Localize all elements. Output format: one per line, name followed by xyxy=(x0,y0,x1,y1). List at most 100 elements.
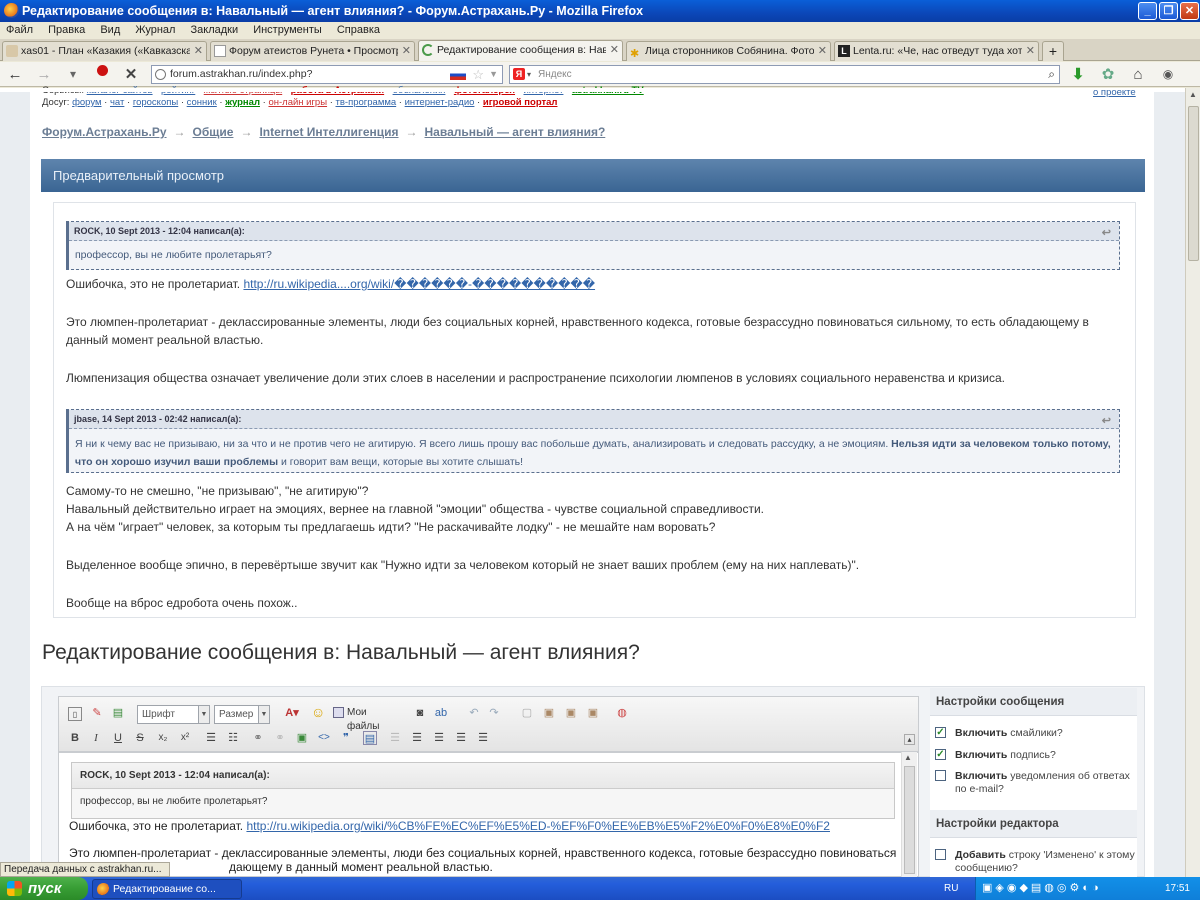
align-left-icon[interactable]: ☰ xyxy=(410,731,424,745)
link-icon[interactable]: ⚭ xyxy=(251,731,265,745)
tab-1[interactable]: xas01 - План «Казакия («Кавказская Р... … xyxy=(2,41,207,61)
collapse-toolbar-icon[interactable]: ▴ xyxy=(904,734,915,745)
editor-textarea[interactable]: ROCK, 10 Sept 2013 - 12:04 написал(а): п… xyxy=(58,752,919,877)
home-icon[interactable]: ⌂ xyxy=(1128,65,1148,84)
setting-signature[interactable]: ✓ Включить подпись? xyxy=(935,749,1135,762)
scroll-up-icon[interactable]: ▲ xyxy=(1189,90,1197,99)
maximize-button[interactable]: ❐ xyxy=(1159,2,1178,20)
numbered-list-icon[interactable]: ☷ xyxy=(226,731,240,745)
editor-scrollbar[interactable]: ▲ xyxy=(901,752,917,877)
my-files-button[interactable]: Мои файлы xyxy=(333,706,397,732)
checkbox-unchecked[interactable] xyxy=(935,849,946,860)
setting-email-notify[interactable]: Включить уведомления об ответах по e-mai… xyxy=(935,770,1135,796)
checkbox-checked[interactable]: ✓ xyxy=(935,727,946,738)
taskbar-firefox-item[interactable]: Редактирование со... xyxy=(92,879,242,899)
spoiler-icon[interactable]: ▤ xyxy=(363,731,377,745)
sync-icon[interactable]: ◉ xyxy=(1158,65,1178,84)
language-indicator[interactable]: RU xyxy=(944,877,958,900)
leisure-link[interactable]: тв-программа xyxy=(336,97,397,108)
tab-5[interactable]: L Lenta.ru: «Че, нас отведут туда хотя .… xyxy=(834,41,1039,61)
close-icon[interactable]: ✕ xyxy=(610,41,619,59)
close-icon[interactable]: ✕ xyxy=(818,42,827,60)
url-dropdown-icon[interactable]: ▼ xyxy=(489,66,498,83)
code-icon[interactable]: <> xyxy=(317,731,331,745)
forward-icon[interactable]: → xyxy=(34,65,54,84)
italic-icon[interactable]: I xyxy=(89,731,103,745)
binoculars-icon[interactable]: ◙ xyxy=(413,706,427,720)
editor-wikipedia-link[interactable]: http://ru.wikipedia.org/wiki/%CB%FE%EC%E… xyxy=(246,819,830,833)
source-icon[interactable]: ▯ xyxy=(68,707,82,721)
wikipedia-link[interactable]: http://ru.wikipedia....org/wiki/������-�… xyxy=(243,277,595,291)
checkbox-checked[interactable]: ✓ xyxy=(935,749,946,760)
reply-arrow-icon[interactable]: ↩ xyxy=(1102,224,1111,243)
tab-3[interactable]: Редактирование сообщения в: Навал... ✕ xyxy=(418,40,623,61)
quote-icon[interactable]: ❞ xyxy=(339,731,353,745)
font-select[interactable]: Шрифт ▼ xyxy=(137,705,210,724)
scroll-thumb[interactable] xyxy=(1188,106,1199,261)
about-link[interactable]: о проекте xyxy=(1093,87,1136,98)
menu-view[interactable]: Вид xyxy=(100,24,120,36)
tab-4[interactable]: ✱ Лица сторонников Собянина. Фотореп... … xyxy=(626,41,831,61)
align-right-icon[interactable]: ☰ xyxy=(454,731,468,745)
page-scrollbar[interactable]: ▲ xyxy=(1185,88,1200,877)
paste-word-icon[interactable]: ▣ xyxy=(586,706,600,720)
stop-icon[interactable]: ✕ xyxy=(121,65,141,84)
menu-tools[interactable]: Инструменты xyxy=(253,24,322,36)
replace-icon[interactable]: ab xyxy=(434,706,448,720)
close-icon[interactable]: ✕ xyxy=(402,42,411,60)
record-icon[interactable]: ​ xyxy=(92,65,112,84)
close-icon[interactable]: ✕ xyxy=(194,42,203,60)
breadcrumb-home[interactable]: Форум.Астрахань.Ру xyxy=(42,125,167,139)
minimize-button[interactable]: _ xyxy=(1138,2,1157,20)
text-color-icon[interactable]: A▾ xyxy=(281,706,303,720)
menu-history[interactable]: Журнал xyxy=(135,24,175,36)
leisure-link[interactable]: чат xyxy=(110,97,124,108)
search-engine-dropdown-icon[interactable]: ▾ xyxy=(527,66,531,83)
subscript-icon[interactable]: x₂ xyxy=(156,731,170,745)
menu-file[interactable]: Файл xyxy=(6,24,33,36)
superscript-icon[interactable]: x² xyxy=(178,731,192,745)
bookmark-star-icon[interactable]: ☆ xyxy=(472,66,484,83)
setting-edited-line[interactable]: Добавить строку 'Изменено' к этому сообщ… xyxy=(935,849,1135,875)
close-icon[interactable]: ✕ xyxy=(1026,42,1035,60)
table-icon[interactable]: ▤ xyxy=(111,706,125,720)
magnifier-icon[interactable]: ⌕ xyxy=(1048,66,1055,83)
addon-icon[interactable]: ✿ xyxy=(1098,65,1118,84)
size-select[interactable]: Размер ▼ xyxy=(214,705,270,724)
tray-icons[interactable]: ▣◈◉◆▤◍◎⚙◐◑ xyxy=(982,877,1102,900)
leisure-link[interactable]: игровой портал xyxy=(483,97,558,108)
close-window-button[interactable]: ✕ xyxy=(1180,2,1199,20)
leisure-link[interactable]: гороскопы xyxy=(133,97,178,108)
scroll-up-icon[interactable]: ▲ xyxy=(904,753,912,762)
underline-icon[interactable]: U xyxy=(111,731,125,745)
eraser-icon[interactable]: ✎ xyxy=(90,706,104,720)
smiley-icon[interactable]: ☺ xyxy=(311,705,325,719)
tab-2[interactable]: Форум атеистов Рунета • Просмотр те... ✕ xyxy=(210,41,415,61)
paste-icon[interactable]: ▣ xyxy=(564,706,578,720)
history-icon[interactable]: ▾ xyxy=(63,65,83,84)
setting-smileys[interactable]: ✓ Включить смайлики? xyxy=(935,727,1135,740)
leisure-link[interactable]: журнал xyxy=(225,97,260,108)
checkbox-unchecked[interactable] xyxy=(935,770,946,781)
download-icon[interactable]: ⬇ xyxy=(1068,65,1088,84)
scroll-thumb[interactable] xyxy=(904,766,915,874)
leisure-link[interactable]: форум xyxy=(72,97,101,108)
menu-help[interactable]: Справка xyxy=(337,24,380,36)
breadcrumb-general[interactable]: Общие xyxy=(193,125,234,139)
menu-bookmarks[interactable]: Закладки xyxy=(191,24,239,36)
bold-icon[interactable]: B xyxy=(68,731,82,745)
bullet-list-icon[interactable]: ☰ xyxy=(204,731,218,745)
redo-icon[interactable]: ↷ xyxy=(487,706,501,720)
menu-edit[interactable]: Правка xyxy=(48,24,85,36)
image-icon[interactable]: ▣ xyxy=(295,731,309,745)
leisure-link[interactable]: сонник xyxy=(187,97,217,108)
search-field[interactable]: Я ▾ Яндекс ⌕ xyxy=(509,65,1060,84)
cut-icon[interactable]: ▢ xyxy=(520,706,534,720)
undo-icon[interactable]: ↶ xyxy=(467,706,481,720)
start-button[interactable]: пуск xyxy=(0,877,88,900)
indent-icon[interactable]: ☰ xyxy=(388,731,402,745)
url-bar[interactable]: forum.astrakhan.ru/index.php? ☆ ▼ xyxy=(151,65,503,84)
unlink-icon[interactable]: ⚭ xyxy=(273,731,287,745)
reply-arrow-icon[interactable]: ↩ xyxy=(1102,412,1111,431)
leisure-link[interactable]: интернет-радио xyxy=(405,97,475,108)
